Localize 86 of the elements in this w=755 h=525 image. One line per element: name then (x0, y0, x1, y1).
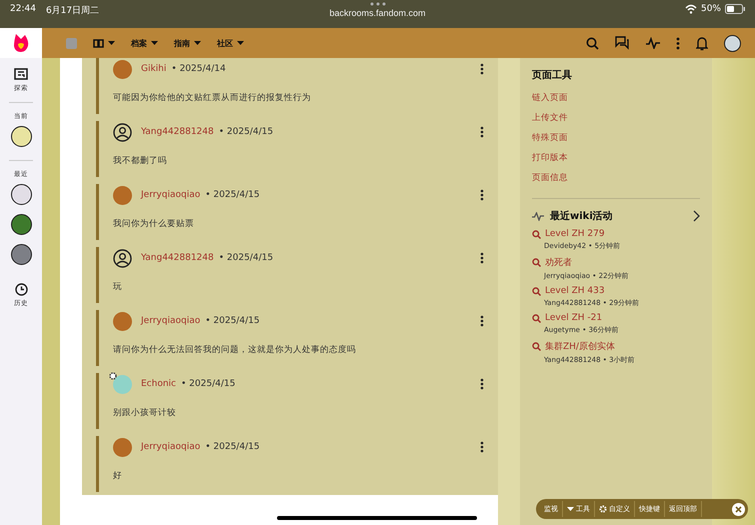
comment-date: • 2025/4/15 (205, 190, 260, 200)
comment-author[interactable]: Jerryqiaoqiao (141, 442, 200, 452)
page-tool-link[interactable]: 上传文件 (532, 112, 700, 124)
recent-wiki-avatar[interactable] (10, 184, 32, 205)
activity-page-link[interactable]: 劝死者 (545, 256, 572, 269)
comment-author[interactable]: Yang442881248 (141, 253, 214, 263)
bell-icon[interactable] (696, 36, 708, 50)
nav-menu[interactable]: 社区 (217, 38, 244, 48)
page-tool-link[interactable]: 链入页面 (532, 92, 700, 104)
search-icon (532, 314, 541, 322)
avatar-photo[interactable] (113, 60, 132, 78)
comment-text: 可能因为你给他的文贴红票从而进行的报复性行为 (113, 92, 312, 104)
current-wiki-avatar[interactable] (10, 126, 32, 147)
comment-author[interactable]: Yang442881248 (141, 127, 214, 137)
flame-logo-icon[interactable] (13, 33, 29, 53)
gear-icon (599, 505, 607, 513)
avatar-photo[interactable] (113, 186, 132, 204)
avatar-photo[interactable] (113, 312, 132, 330)
page-tool-link[interactable]: 打印版本 (532, 152, 700, 164)
recent-activity-heading: 最近wiki活动 (550, 210, 613, 223)
nav-menu[interactable]: 档案 (131, 38, 158, 48)
more-icon[interactable] (480, 63, 484, 75)
more-icon[interactable] (676, 36, 680, 50)
activity-icon[interactable] (646, 37, 660, 49)
recent-wiki-avatar[interactable] (10, 244, 32, 265)
user-avatar[interactable] (724, 34, 741, 52)
comment-author[interactable]: Jerryqiaoqiao (141, 190, 200, 200)
gear-badge-icon (109, 372, 117, 380)
caret-icon (151, 41, 158, 45)
caret-icon (567, 507, 574, 511)
chevron-right-icon[interactable] (693, 210, 700, 222)
activity-page-link[interactable]: 集群ZH/原创实体 (545, 340, 615, 353)
caret-icon (194, 41, 201, 45)
comment-date: • 2025/4/15 (218, 127, 274, 137)
activity-page-link[interactable]: Level ZH -21 (545, 313, 602, 323)
search-icon[interactable] (586, 36, 599, 50)
comment-date: • 2025/4/15 (205, 316, 260, 326)
book-icon (93, 38, 104, 48)
comment-text: 别跟小孩哥计较 (113, 407, 177, 419)
activity-page-link[interactable]: Level ZH 433 (545, 286, 605, 296)
more-icon[interactable] (480, 189, 484, 201)
comment-author[interactable]: Echonic (141, 379, 176, 389)
comment-text: 玩 (113, 281, 123, 293)
search-icon (532, 286, 541, 296)
user-outline-icon (113, 248, 132, 268)
page-tool-link[interactable]: 特殊页面 (532, 132, 700, 144)
comment-text: 我问你为什么要贴票 (113, 218, 195, 230)
status-time: 22:44 (10, 4, 36, 16)
comment-date: • 2025/4/15 (205, 442, 260, 452)
clock-icon[interactable] (14, 283, 28, 296)
status-date: 6月17日周二 (46, 5, 100, 17)
more-icon[interactable] (480, 441, 484, 453)
more-dots-icon (370, 2, 386, 6)
recent-wiki-avatar[interactable] (10, 214, 32, 235)
search-icon (532, 230, 541, 238)
more-icon[interactable] (480, 315, 484, 327)
caret-icon (108, 41, 115, 45)
url-address[interactable]: backrooms.fandom.com (329, 8, 426, 18)
comment-author[interactable]: Gikihi (141, 64, 166, 74)
nav-menu[interactable]: 指南 (174, 38, 201, 48)
more-icon[interactable] (480, 252, 484, 264)
page-tools-heading: 页面工具 (532, 68, 573, 82)
battery-percent: 50% (700, 4, 721, 14)
search-icon (532, 258, 541, 267)
explore-icon[interactable] (14, 68, 28, 81)
nav-menu[interactable] (93, 38, 115, 48)
search-icon (532, 342, 541, 351)
avatar-photo[interactable] (113, 438, 132, 456)
comment-text: 请问你为什么无法回答我的问题，这就是你为人处事的态度吗 (113, 344, 357, 356)
comment-date: • 2025/4/15 (181, 379, 236, 389)
comment-author[interactable]: Jerryqiaoqiao (141, 316, 200, 326)
more-icon[interactable] (480, 126, 484, 138)
comment-text: 好 (113, 470, 123, 482)
battery-icon (725, 4, 745, 14)
comment-text: 我不都删了吗 (113, 155, 168, 167)
caret-icon (237, 41, 244, 45)
user-outline-icon (113, 122, 132, 142)
discussion-icon[interactable] (615, 36, 630, 50)
wifi-icon (684, 4, 697, 14)
more-icon[interactable] (480, 378, 484, 390)
activity-page-link[interactable]: Level ZH 279 (545, 229, 605, 239)
close-icon[interactable] (732, 502, 745, 516)
comment-date: • 2025/4/15 (218, 253, 274, 263)
page-tool-link[interactable]: 页面信息 (532, 172, 700, 184)
comment-date: • 2025/4/14 (171, 64, 226, 74)
activity-icon (532, 212, 544, 220)
